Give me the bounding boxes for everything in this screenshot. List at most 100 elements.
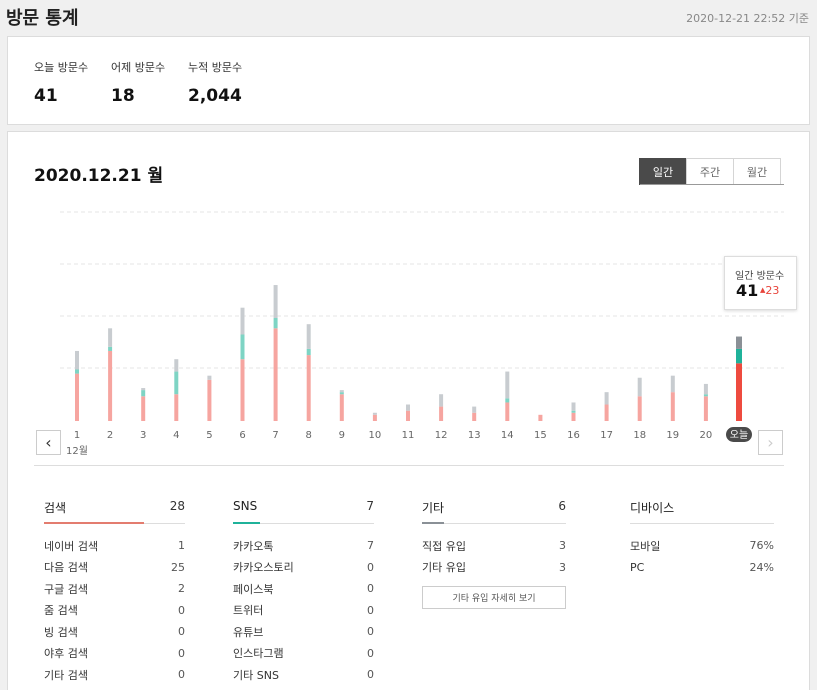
row-value: 0 xyxy=(367,625,374,639)
chevron-right-icon: › xyxy=(767,433,774,452)
tick-label: 18 xyxy=(633,430,646,441)
etc-rows: 직접 유입 3 기타 유입 3 xyxy=(422,524,566,578)
search-rows: 네이버 검색 1 다음 검색 25 구글 검색 2 줌 검색 0 빙 검색 0 야후 검색… xyxy=(44,524,185,686)
bar-segment xyxy=(703,396,708,421)
tick-label: 19 xyxy=(666,430,679,441)
row-label: 모바일 xyxy=(630,539,661,553)
bar-segment xyxy=(174,371,179,395)
etc-header: 기타 6 xyxy=(422,493,566,524)
row-value: 3 xyxy=(559,560,566,574)
search-stats: 검색 28 네이버 검색 1 다음 검색 25 구글 검색 2 줌 검색 0 빙 검색 0… xyxy=(44,493,185,686)
tick-label: 13 xyxy=(468,430,481,441)
row-value: 1 xyxy=(178,539,185,553)
chart-prev-button[interactable]: ‹ xyxy=(36,430,61,455)
list-item: 유튜브 0 xyxy=(233,621,374,643)
row-label: 구글 검색 xyxy=(44,582,88,596)
stat-label: 누적 방문수 xyxy=(188,61,243,74)
bar-segment xyxy=(141,390,146,397)
bar-segment xyxy=(736,363,742,421)
row-value: 25 xyxy=(171,560,185,574)
stat-yesterday: 어제 방문수 18 xyxy=(111,59,165,106)
bar-segment xyxy=(472,406,477,413)
row-value: 3 xyxy=(559,539,566,553)
bar-segment xyxy=(207,375,212,380)
chart-next-button[interactable]: › xyxy=(758,430,783,455)
tooltip-value: 41 xyxy=(736,281,759,300)
bar-segment xyxy=(75,373,79,421)
bar-segment xyxy=(306,355,311,421)
tick-label: 14 xyxy=(501,430,514,441)
sns-title: SNS xyxy=(233,499,258,513)
list-item: 페이스북 0 xyxy=(233,578,374,600)
list-item: 카카오스토리 0 xyxy=(233,557,374,579)
summary-card: 오늘 방문수 41 어제 방문수 18 누적 방문수 2,044 xyxy=(7,36,810,125)
bar-segment xyxy=(670,375,675,393)
row-label: 기타 검색 xyxy=(44,668,88,682)
tick-label: 5 xyxy=(206,430,212,441)
bar-segment xyxy=(273,285,278,318)
list-item: 구글 검색 2 xyxy=(44,578,185,600)
stat-value: 18 xyxy=(111,86,135,106)
row-value: 2 xyxy=(178,582,185,596)
tick-label: 7 xyxy=(272,430,278,441)
etc-detail-button[interactable]: 기타 유입 자세히 보기 xyxy=(422,586,566,609)
list-item: 기타 유입 3 xyxy=(422,557,566,579)
bar-segment xyxy=(439,406,444,421)
list-item: 카카오톡 7 xyxy=(233,535,374,557)
bar-segment xyxy=(372,414,377,421)
list-item: 모바일 76% xyxy=(630,535,774,557)
list-item: 야후 검색 0 xyxy=(44,643,185,665)
row-label: 카카오스토리 xyxy=(233,561,294,575)
row-label: 페이스북 xyxy=(233,582,274,596)
bar-segment xyxy=(703,383,708,395)
row-label: 기타 유입 xyxy=(422,561,466,575)
device-stats: 디바이스 모바일 76% PC 24% xyxy=(630,493,774,578)
bar-segment xyxy=(571,402,576,411)
bar-segment xyxy=(339,392,344,395)
row-label: 유튜브 xyxy=(233,625,264,639)
etc-stats: 기타 6 직접 유입 3 기타 유입 3 기타 유입 자세히 보기 xyxy=(422,493,566,609)
search-title: 검색 xyxy=(44,501,67,515)
tick-label: 11 xyxy=(402,430,415,441)
tick-label: 15 xyxy=(534,430,547,441)
row-label: 직접 유입 xyxy=(422,539,466,553)
search-count: 28 xyxy=(169,499,185,513)
row-label: 네이버 검색 xyxy=(44,539,99,553)
tooltip-label: 일간 방문수 xyxy=(735,271,785,282)
row-value: 0 xyxy=(178,603,185,617)
stat-today: 오늘 방문수 41 xyxy=(34,59,88,106)
bar-segment xyxy=(439,394,444,407)
row-value: 0 xyxy=(367,560,374,574)
bar-segment xyxy=(240,334,245,360)
row-label: 야후 검색 xyxy=(44,647,88,661)
bar-segment xyxy=(538,414,543,421)
visits-bar-chart: 1 2 3 4 5 6 7 8 9 10 11 12 13 14 15 16 17 18 19 20 오늘12월 xyxy=(60,211,784,457)
bar-segment xyxy=(108,346,113,351)
row-label: 트위터 xyxy=(233,604,264,618)
bar-segment xyxy=(240,307,245,335)
device-header: 디바이스 xyxy=(630,493,774,524)
page-title: 방문 통계 xyxy=(6,8,79,29)
tick-label: 16 xyxy=(567,430,580,441)
bar-segment xyxy=(736,348,742,364)
row-label: PC xyxy=(630,560,645,574)
row-value: 76% xyxy=(749,539,774,553)
bar-segment xyxy=(736,336,742,349)
bar-segment xyxy=(306,348,311,356)
list-item: 인스타그램 0 xyxy=(233,643,374,665)
stat-label: 어제 방문수 xyxy=(111,61,166,74)
tooltip-delta-value: 23 xyxy=(765,284,780,297)
month-label: 12월 xyxy=(66,445,88,457)
etc-count: 6 xyxy=(558,499,566,513)
row-value: 0 xyxy=(178,668,185,682)
row-value: 0 xyxy=(178,625,185,639)
row-value: 0 xyxy=(367,603,374,617)
bar-segment xyxy=(505,371,510,399)
bar-segment xyxy=(273,328,278,421)
list-item: 기타 SNS 0 xyxy=(233,664,374,686)
bar-segment xyxy=(703,394,708,397)
bar-segment xyxy=(406,404,410,411)
bar-segment xyxy=(75,350,79,370)
bar-segment xyxy=(505,398,510,403)
sns-header: SNS 7 xyxy=(233,493,374,524)
